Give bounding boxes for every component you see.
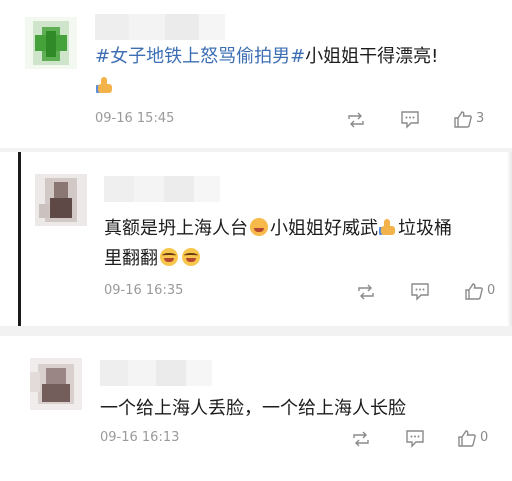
thumbs-up-emoji: [379, 218, 397, 236]
timestamp: 09-16 15:45: [95, 111, 175, 126]
like-icon[interactable]: [464, 282, 484, 301]
like-icon[interactable]: [457, 429, 477, 448]
like-count: 0: [487, 283, 496, 298]
comment-body: 一个给上海人丢脸，一个给上海人长脸: [100, 398, 406, 419]
comment-text: #女子地铁上怒骂偷拍男#小姐姐干得漂亮!: [95, 42, 438, 72]
like-count: 0: [480, 430, 489, 445]
timestamp: 09-16 16:35: [104, 283, 184, 298]
comment-footer: 09-16 15:45 3: [95, 110, 495, 130]
comment-icon[interactable]: [400, 110, 420, 129]
comment-icon[interactable]: [405, 429, 425, 448]
thumbs-up-emoji: [96, 76, 114, 94]
topic-link[interactable]: #女子地铁上怒骂偷拍男#: [95, 46, 305, 67]
divider: [0, 326, 512, 336]
comment-body: 垃圾桶: [398, 218, 452, 239]
comment-body: 小姐姐好威武: [270, 218, 378, 239]
timestamp: 09-16 16:13: [100, 430, 180, 445]
comment-text: 一个给上海人丢脸，一个给上海人长脸: [100, 394, 406, 424]
card-edge-shadow: [507, 152, 512, 326]
avatar[interactable]: [35, 174, 87, 226]
card-edge: [18, 152, 21, 326]
comment-text-line2: [95, 72, 115, 102]
like-icon[interactable]: [453, 110, 473, 129]
username-blurred[interactable]: [100, 360, 212, 386]
avatar[interactable]: [30, 358, 82, 410]
avatar[interactable]: [25, 17, 77, 69]
laugh-emoji: [160, 248, 178, 266]
like-count: 3: [476, 111, 485, 126]
comment-icon[interactable]: [410, 282, 430, 301]
repost-icon[interactable]: [356, 283, 376, 301]
laugh-emoji: [182, 248, 200, 266]
comment-footer: 09-16 16:13 0: [100, 429, 500, 449]
repost-icon[interactable]: [351, 430, 371, 448]
comment-footer: 09-16 16:35 0: [104, 282, 504, 302]
comment-body: 小姐姐干得漂亮!: [305, 46, 439, 67]
comment-text-line2: 里翻翻: [104, 244, 202, 274]
comment-body: 里翻翻: [104, 248, 158, 269]
angry-face-emoji: [250, 218, 268, 236]
repost-icon[interactable]: [346, 111, 366, 129]
comment-text: 真额是坍上海人台 小姐姐好威武 垃圾桶: [104, 214, 452, 244]
comment-body: 真额是坍上海人台: [104, 218, 248, 239]
username-blurred[interactable]: [104, 176, 220, 202]
username-blurred[interactable]: [95, 14, 225, 40]
